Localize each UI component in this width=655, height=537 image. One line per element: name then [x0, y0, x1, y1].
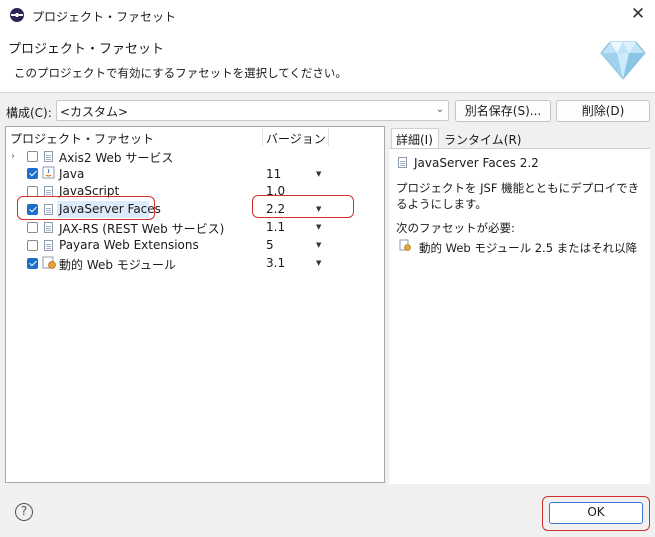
requires-label: 次のファセットが必要:: [396, 221, 515, 235]
version-dropdown-icon[interactable]: ▼: [316, 241, 321, 249]
diamond-icon: [600, 41, 646, 80]
facet-detail-description: プロジェクトを JSF 機能とともにデプロイできるようにします。: [396, 181, 640, 211]
facet-label-payara[interactable]: Payara Web Extensions: [59, 238, 199, 252]
tab-runtime[interactable]: ランタイム(R): [444, 131, 521, 148]
web-module-icon: [42, 256, 56, 269]
delete-button[interactable]: 削除(D): [556, 100, 650, 122]
document-icon: [44, 240, 53, 251]
column-divider: [262, 128, 263, 146]
version-dropdown-icon[interactable]: ▼: [316, 170, 321, 178]
highlight-box-facet: [17, 196, 155, 220]
requires-item: 動的 Web モジュール 2.5 またはそれ以降: [419, 241, 638, 255]
facet-label-dynamic-web[interactable]: 動的 Web モジュール: [59, 256, 176, 273]
config-select-value: <カスタム>: [60, 105, 129, 119]
facet-checkbox-dynamic-web[interactable]: [27, 258, 38, 269]
facet-version-payara[interactable]: 5: [266, 238, 274, 252]
facet-version-jaxrs[interactable]: 1.1: [266, 220, 285, 234]
facet-label-java[interactable]: Java: [59, 167, 84, 181]
close-icon[interactable]: ✕: [628, 4, 648, 24]
facet-label-jaxrs[interactable]: JAX-RS (REST Web サービス): [59, 220, 224, 237]
document-icon: [398, 157, 407, 168]
document-icon: [44, 222, 53, 233]
expand-arrow-icon[interactable]: ›: [11, 151, 15, 162]
config-label: 構成(C):: [6, 106, 52, 120]
facet-label-axis2[interactable]: Axis2 Web サービス: [59, 149, 173, 166]
web-module-icon: [399, 239, 411, 251]
column-divider: [328, 128, 329, 146]
window-title: プロジェクト・ファセット: [32, 10, 177, 24]
facet-checkbox-java[interactable]: [27, 168, 38, 179]
facet-version-dynamic-web[interactable]: 3.1: [266, 256, 285, 270]
column-header-version[interactable]: バージョン: [266, 130, 326, 147]
version-dropdown-icon[interactable]: ▼: [316, 259, 321, 267]
ok-button[interactable]: OK: [549, 502, 643, 524]
highlight-box-version: [252, 195, 354, 218]
eclipse-app-icon: [10, 8, 24, 22]
help-icon[interactable]: ?: [15, 503, 33, 521]
facet-checkbox-jaxrs[interactable]: [27, 222, 38, 233]
facet-checkbox-axis2[interactable]: [27, 151, 38, 162]
banner-description: このプロジェクトで有効にするファセットを選択してください。: [14, 66, 347, 80]
document-icon: [44, 151, 53, 162]
version-dropdown-icon[interactable]: ▼: [316, 223, 321, 231]
facet-version-java[interactable]: 11: [266, 167, 281, 181]
column-header-facet[interactable]: プロジェクト・ファセット: [10, 130, 154, 147]
java-icon: [42, 166, 55, 179]
tab-details[interactable]: 詳細(I): [396, 131, 433, 148]
save-as-button[interactable]: 別名保存(S)...: [455, 100, 551, 122]
chevron-down-icon[interactable]: ⌄: [433, 101, 447, 119]
facet-checkbox-payara[interactable]: [27, 240, 38, 251]
banner-title: プロジェクト・ファセット: [8, 42, 165, 57]
facet-detail-title: JavaServer Faces 2.2: [414, 156, 539, 170]
